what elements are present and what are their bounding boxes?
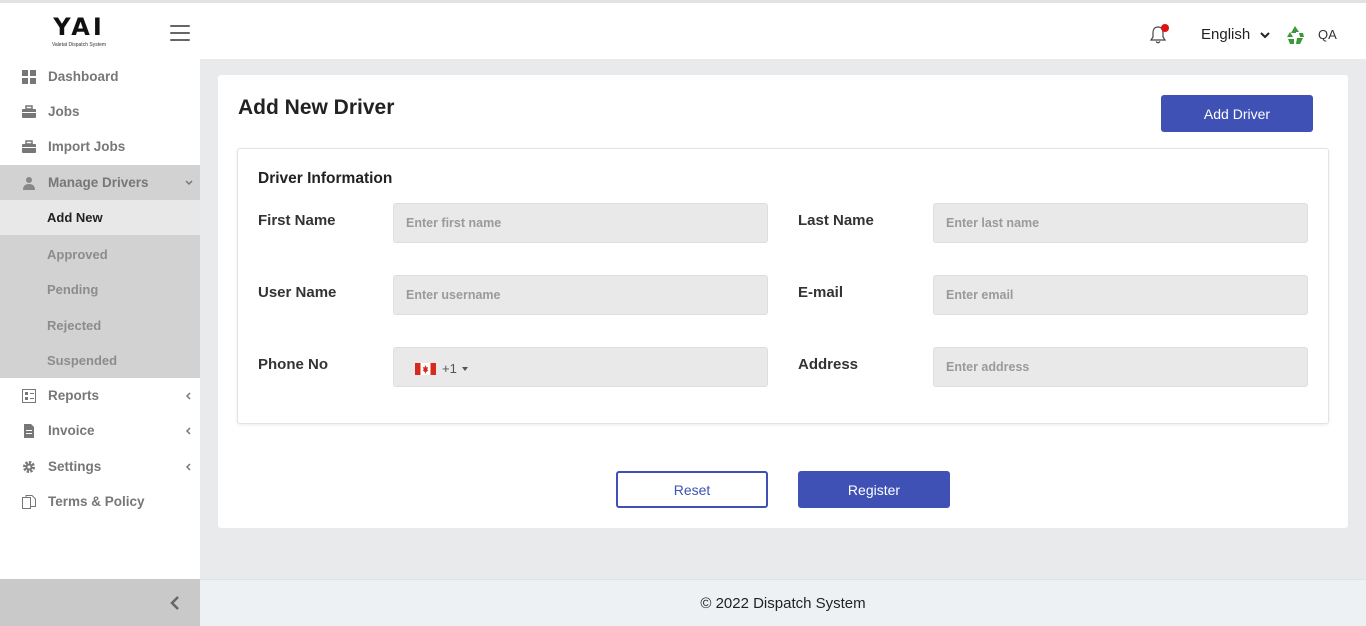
sidebar-item-terms-policy[interactable]: Terms & Policy	[0, 484, 200, 519]
chevron-down-icon	[185, 179, 193, 185]
sidebar-collapse-button[interactable]	[0, 579, 200, 626]
logo-subtitle: Valetat Dispatch System	[51, 42, 107, 48]
address-label: Address	[798, 356, 859, 373]
sidebar: Dashboard Jobs Import Jobs Manage Driver…	[0, 59, 200, 626]
sidebar-item-label: Settings	[48, 459, 102, 474]
dashboard-icon	[22, 69, 36, 84]
document-icon	[24, 423, 34, 438]
user-icon	[23, 176, 35, 190]
menu-toggle-icon[interactable]	[170, 25, 190, 41]
report-icon	[22, 388, 36, 403]
sidebar-item-manage-drivers[interactable]: Manage Drivers	[0, 165, 200, 200]
username-input[interactable]	[393, 275, 768, 315]
copy-icon	[22, 494, 36, 509]
submenu-item-label: Add New	[47, 210, 103, 225]
driver-information-section: Driver Information First Name Last Name …	[237, 148, 1329, 424]
first-name-input[interactable]	[393, 203, 768, 243]
submenu-item-approved[interactable]: Approved	[0, 237, 200, 272]
briefcase-icon	[22, 104, 36, 118]
section-title: Driver Information	[258, 170, 393, 187]
gear-icon	[23, 460, 35, 473]
footer: © 2022 Dispatch System	[200, 579, 1366, 626]
email-input[interactable]	[933, 275, 1308, 315]
reset-button[interactable]: Reset	[616, 471, 768, 508]
last-name-input[interactable]	[933, 203, 1308, 243]
first-name-label: First Name	[258, 212, 336, 229]
submenu-item-rejected[interactable]: Rejected	[0, 308, 200, 343]
user-name-label: User Name	[258, 284, 337, 301]
chevron-down-icon[interactable]	[1259, 30, 1271, 40]
sidebar-item-label: Jobs	[48, 104, 80, 119]
page-title: Add New Driver	[238, 96, 395, 119]
manage-drivers-submenu: Add New Approved Pending Rejected Suspen…	[0, 200, 200, 378]
submenu-item-pending[interactable]: Pending	[0, 272, 200, 307]
last-name-label: Last Name	[798, 212, 874, 229]
sidebar-item-invoice[interactable]: Invoice	[0, 413, 200, 448]
submenu-item-label: Approved	[47, 247, 108, 262]
add-driver-button[interactable]: Add Driver	[1161, 95, 1313, 132]
user-avatar[interactable]: QA	[1318, 27, 1337, 42]
logo-mark: YAI	[53, 13, 105, 41]
sidebar-item-label: Terms & Policy	[48, 494, 145, 509]
sidebar-item-label: Reports	[48, 388, 100, 403]
chevron-left-icon	[185, 391, 191, 400]
sidebar-item-import-jobs[interactable]: Import Jobs	[0, 129, 200, 164]
language-selector[interactable]: English	[1201, 26, 1250, 43]
dial-code[interactable]: +1	[442, 361, 457, 376]
briefcase-icon	[22, 139, 36, 153]
sidebar-item-reports[interactable]: Reports	[0, 378, 200, 413]
sidebar-item-label: Invoice	[48, 423, 95, 438]
app-logo[interactable]: YAI Valetat Dispatch System	[46, 15, 112, 51]
submenu-item-label: Pending	[47, 282, 99, 297]
sidebar-item-dashboard[interactable]: Dashboard	[0, 59, 200, 94]
sidebar-item-label: Import Jobs	[48, 139, 126, 154]
add-driver-card: Add New Driver Add Driver Driver Informa…	[218, 75, 1348, 528]
caret-down-icon[interactable]	[462, 367, 468, 371]
sidebar-item-label: Dashboard	[48, 69, 119, 84]
chevron-left-icon	[185, 426, 191, 435]
sidebar-item-settings[interactable]: Settings	[0, 449, 200, 484]
submenu-item-suspended[interactable]: Suspended	[0, 343, 200, 378]
sidebar-item-jobs[interactable]: Jobs	[0, 94, 200, 129]
notification-badge	[1161, 24, 1169, 32]
submenu-item-add-new[interactable]: Add New	[0, 200, 200, 235]
register-button[interactable]: Register	[798, 471, 950, 508]
sidebar-item-label: Manage Drivers	[48, 175, 149, 190]
phone-label: Phone No	[258, 356, 328, 373]
phone-input[interactable]: +1	[393, 347, 768, 387]
submenu-item-label: Rejected	[47, 318, 102, 333]
submenu-item-label: Suspended	[47, 353, 118, 368]
email-label: E-mail	[798, 284, 844, 301]
top-bar: YAI Valetat Dispatch System English QA	[0, 0, 1366, 59]
recycle-icon[interactable]	[1284, 24, 1306, 46]
chevron-left-icon	[185, 462, 191, 471]
address-input[interactable]	[933, 347, 1308, 387]
chevron-left-icon	[170, 596, 179, 610]
canada-flag-icon[interactable]	[415, 363, 436, 375]
